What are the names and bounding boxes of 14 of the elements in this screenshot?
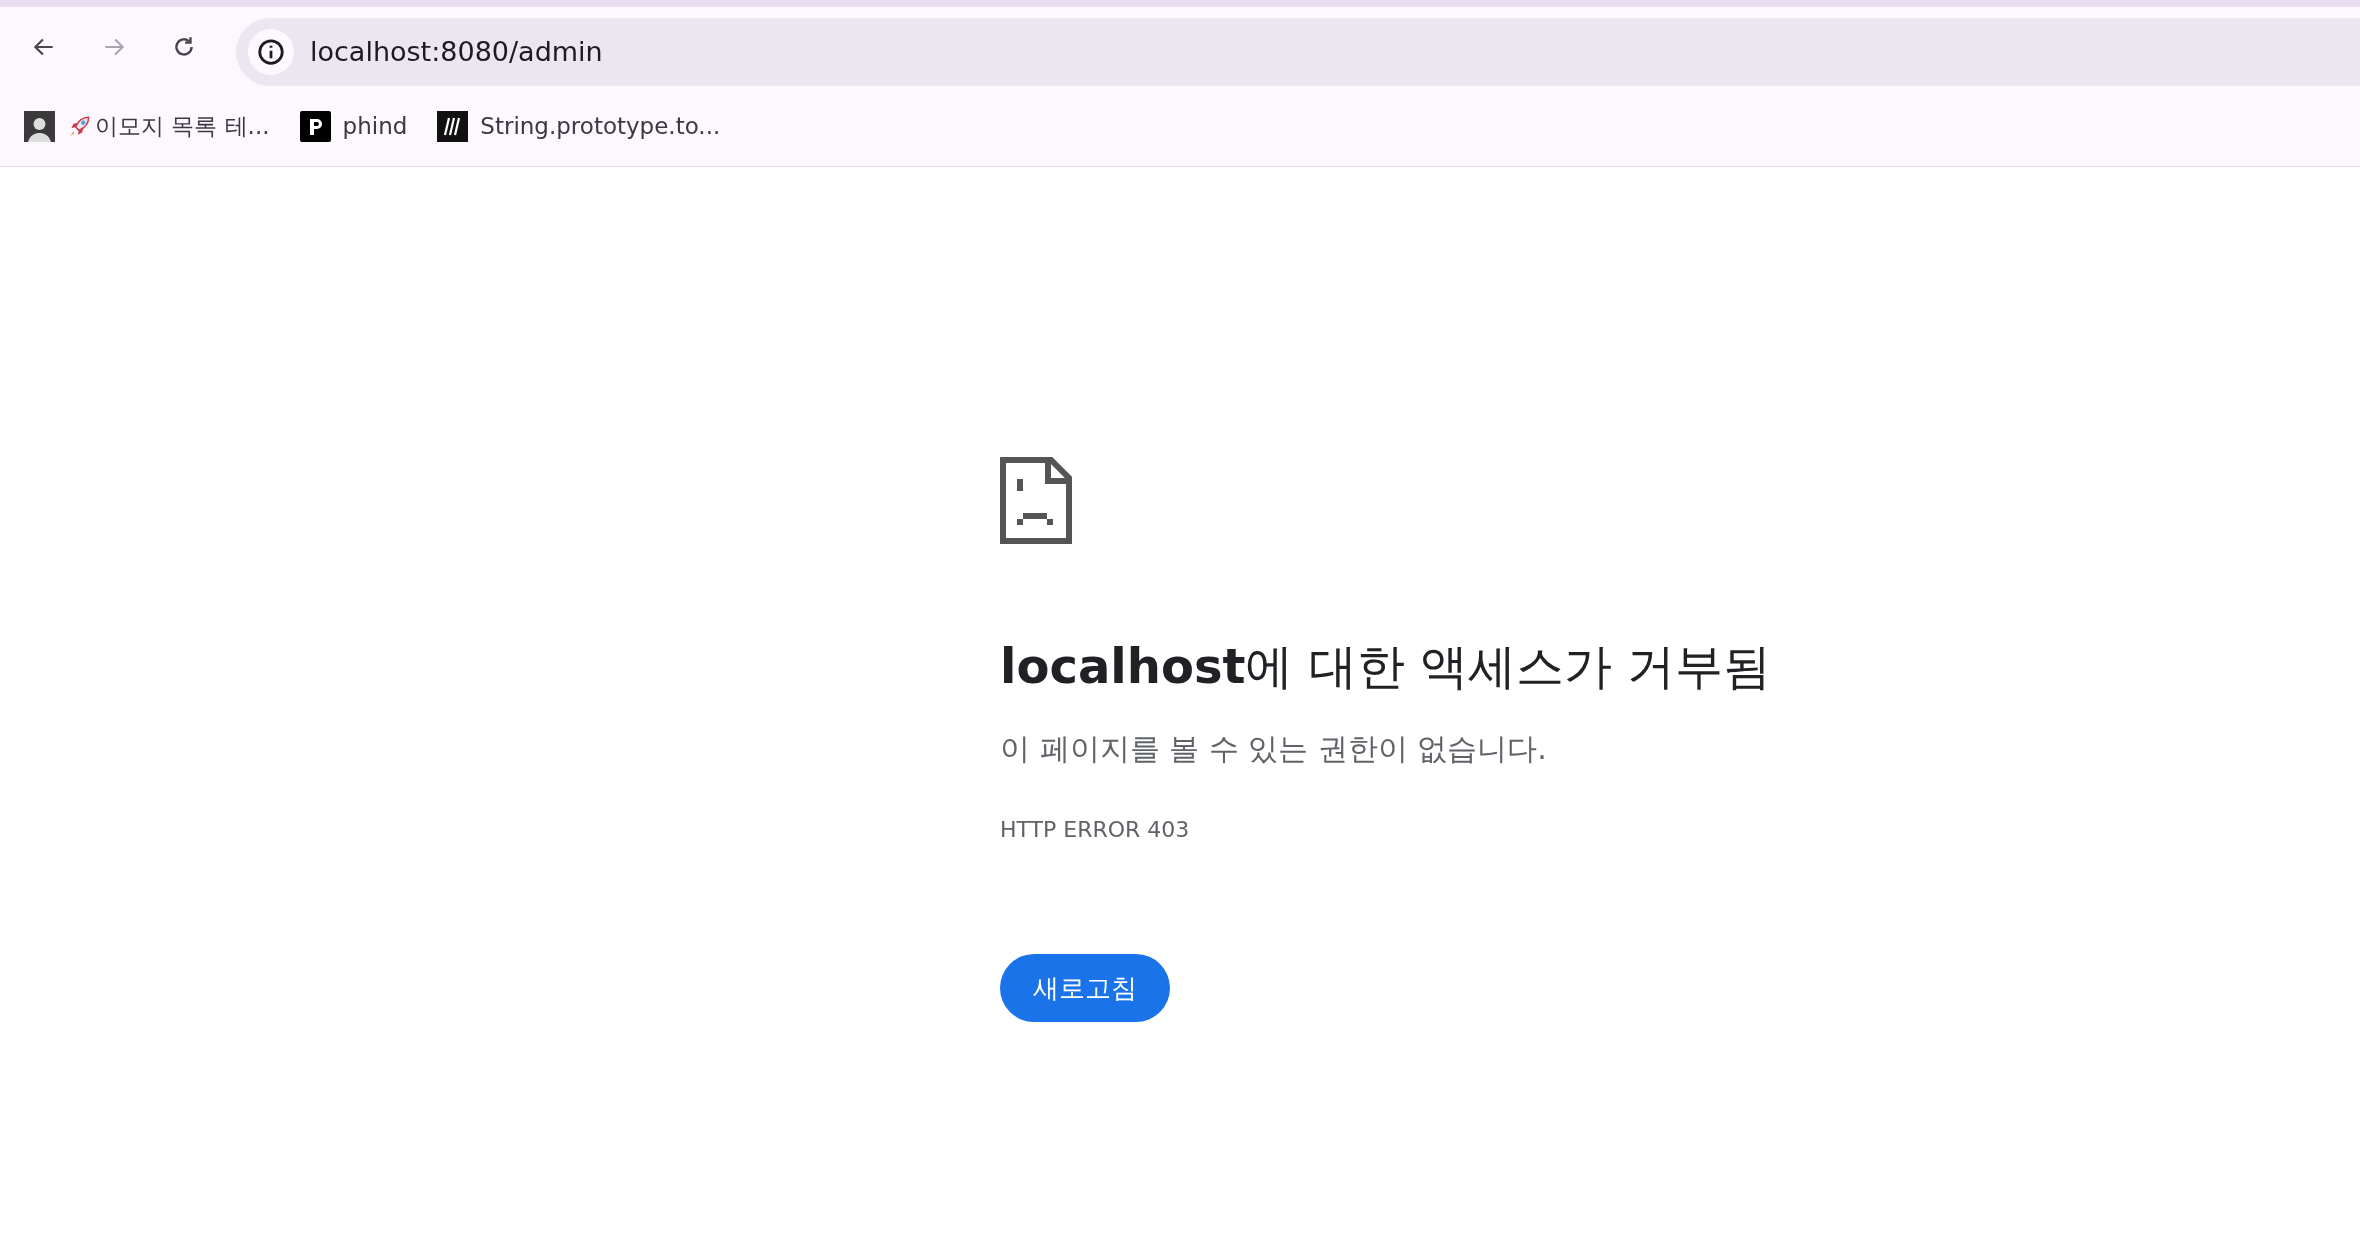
bookmark[interactable]: 이모지 목록 테... (24, 104, 270, 148)
slashes-m-icon (437, 110, 469, 142)
avatar-icon (24, 110, 55, 142)
broken-page-icon (1000, 457, 1072, 544)
error-heading: localhost에 대한 액세스가 거부됨 (1000, 637, 1772, 696)
bookmark[interactable]: phind (299, 104, 408, 148)
reload-button[interactable]: 새로고침 (1000, 954, 1170, 1022)
info-icon[interactable] (256, 37, 286, 67)
error-message: 이 페이지를 볼 수 있는 권한이 없습니다. (1000, 730, 1547, 768)
letter-p-icon (299, 110, 331, 142)
url-text: localhost:8080/admin (310, 34, 603, 69)
address-bar[interactable]: localhost:8080/admin (236, 18, 2360, 86)
error-code: HTTP ERROR 403 (1000, 816, 1190, 844)
bookmark[interactable]: String.prototype.to... (437, 104, 721, 148)
